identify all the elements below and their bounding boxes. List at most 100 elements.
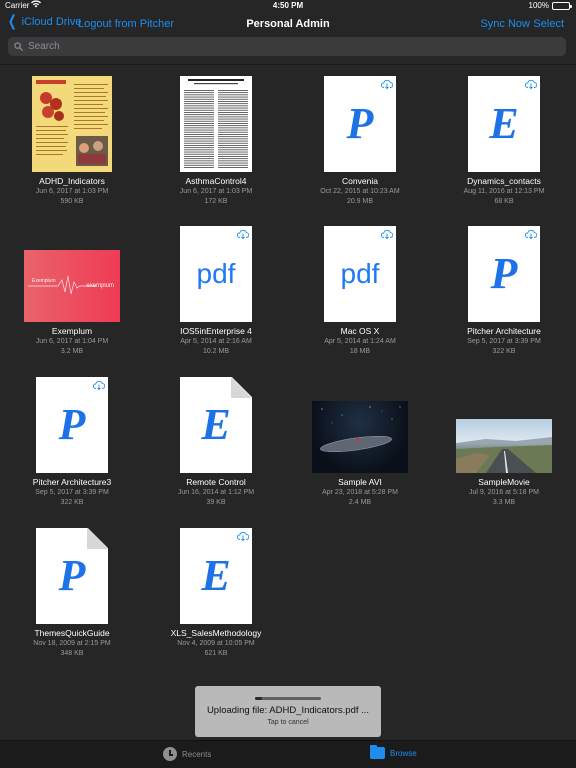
file-date: Jun 16, 2014 at 1:12 PM <box>177 489 255 496</box>
document-thumbnail: P <box>36 528 108 624</box>
file-thumbnail[interactable]: pdf <box>288 220 432 322</box>
file-glyph: pdf <box>196 258 236 289</box>
paper-thumbnail <box>180 76 252 172</box>
file-thumbnail[interactable] <box>288 371 432 473</box>
upload-message: Uploading file: ADHD_Indicators.pdf ... <box>206 705 370 716</box>
file-size: 18 MB <box>349 347 371 355</box>
thumbnail-text-left: Exemplum <box>32 278 56 284</box>
file-item[interactable]: pdf IOS5inEnterprise 4 Apr 5, 2014 at 2:16… <box>144 220 288 356</box>
cloud-download-icon[interactable] <box>381 229 393 239</box>
upload-progress-bar <box>255 697 321 700</box>
file-thumbnail[interactable]: P <box>0 371 144 473</box>
search-icon <box>14 42 23 51</box>
file-name: SampleMovie <box>478 477 530 487</box>
file-size: 621 KB <box>204 649 228 657</box>
file-name: Convenia <box>342 176 378 186</box>
pdf-thumbnail: pdf <box>180 226 252 322</box>
video-thumbnail: Exemplum exemplum <box>24 250 120 322</box>
cloud-download-icon[interactable] <box>381 79 393 89</box>
file-item[interactable]: P Pitcher Architecture Sep 5, 2017 at 3:39… <box>432 220 576 356</box>
file-size: 3.3 MB <box>492 498 516 506</box>
file-date: Jun 6, 2017 at 1:03 PM <box>179 188 253 195</box>
file-name: ThemesQuickGuide <box>34 628 110 638</box>
cloud-download-icon[interactable] <box>525 229 537 239</box>
file-thumbnail[interactable]: Exemplum exemplum <box>0 220 144 322</box>
file-thumbnail[interactable] <box>0 70 144 172</box>
cloud-download-icon[interactable] <box>237 229 249 239</box>
file-caption: Pitcher Architecture3 Sep 5, 2017 at 3:39… <box>0 477 144 507</box>
file-glyph: E <box>201 551 231 600</box>
file-thumbnail[interactable]: E <box>144 371 288 473</box>
clock-icon <box>163 747 177 761</box>
file-size: 39 KB <box>206 498 226 506</box>
file-caption: XLS_SalesMethodology Nov 4, 2009 at 10:05… <box>144 628 288 658</box>
tab-bar: Recents Browse <box>0 740 576 768</box>
file-size: 348 KB <box>60 649 84 657</box>
divider <box>0 64 576 65</box>
search-bar[interactable] <box>8 37 566 56</box>
file-caption: Mac OS X Apr 5, 2014 at 1:24 AM 18 MB <box>288 326 432 356</box>
file-item[interactable]: SampleMovie Jul 9, 2016 at 5:18 PM 3.3 MB <box>432 371 576 507</box>
logout-button[interactable]: Logout from Pitcher <box>78 18 174 30</box>
video-thumbnail <box>456 419 552 473</box>
file-caption: Convenia Oct 22, 2015 at 10:23 AM 20.9 MB <box>288 176 432 206</box>
file-item[interactable]: P Pitcher Architecture3 Sep 5, 2017 at 3:3… <box>0 371 144 507</box>
file-item[interactable]: Sample AVI Apr 23, 2018 at 5:28 PM 2.4 MB <box>288 371 432 507</box>
file-glyph: P <box>490 249 518 298</box>
search-input[interactable] <box>28 41 528 52</box>
file-caption: Exemplum Jun 6, 2017 at 1:04 PM 3.2 MB <box>0 326 144 356</box>
file-caption: Dynamics_contacts Aug 11, 2016 at 12:13 P… <box>432 176 576 206</box>
tab-browse[interactable]: Browse <box>370 745 417 759</box>
file-item[interactable]: E Dynamics_contacts Aug 11, 2016 at 12:13 … <box>432 70 576 206</box>
select-button[interactable]: Select <box>533 18 564 30</box>
file-date: Nov 4, 2009 at 10:05 PM <box>177 640 255 647</box>
file-date: Jul 9, 2016 at 5:18 PM <box>468 489 540 496</box>
thumbnail-text-right: exemplum <box>86 283 114 289</box>
file-thumbnail[interactable]: E <box>432 70 576 172</box>
file-caption: ADHD_Indicators Jun 6, 2017 at 1:03 PM 590… <box>0 176 144 206</box>
file-item[interactable]: ADHD_Indicators Jun 6, 2017 at 1:03 PM 590… <box>0 70 144 206</box>
file-thumbnail[interactable]: E <box>144 522 288 624</box>
tab-recents[interactable]: Recents <box>163 747 211 761</box>
file-date: Oct 22, 2015 at 10:23 AM <box>320 188 400 195</box>
file-item[interactable]: E XLS_SalesMethodology Nov 4, 2009 at 10:0… <box>144 522 288 658</box>
file-item[interactable]: Exemplum exemplum Exemplum Jun 6, 2017 at 1… <box>0 220 144 356</box>
file-caption: Pitcher Architecture Sep 5, 2017 at 3:39 … <box>432 326 576 356</box>
file-thumbnail[interactable] <box>144 70 288 172</box>
file-size: 10.2 MB <box>202 347 230 355</box>
file-thumbnail[interactable]: pdf <box>144 220 288 322</box>
flyer-thumbnail <box>32 76 112 172</box>
cloud-download-icon[interactable] <box>525 79 537 89</box>
battery-percent: 100% <box>528 1 549 10</box>
file-item[interactable]: P Convenia Oct 22, 2015 at 10:23 AM 20.9 MB <box>288 70 432 206</box>
chevron-left-icon: ❮ <box>7 13 17 30</box>
file-size: 322 KB <box>60 498 84 506</box>
file-thumbnail[interactable]: P <box>288 70 432 172</box>
file-item[interactable]: pdf Mac OS X Apr 5, 2014 at 1:24 AM 18 MB <box>288 220 432 356</box>
file-item[interactable]: E Remote Control Jun 16, 2014 at 1:12 PM 39… <box>144 371 288 507</box>
file-item[interactable]: AsthmaControl4 Jun 6, 2017 at 1:03 PM 172 … <box>144 70 288 206</box>
upload-progress-toast[interactable]: Uploading file: ADHD_Indicators.pdf ... … <box>195 686 381 737</box>
file-item[interactable]: P ThemesQuickGuide Nov 18, 2009 at 2:15 PM… <box>0 522 144 658</box>
cloud-download-icon[interactable] <box>237 531 249 541</box>
sync-now-button[interactable]: Sync Now <box>480 18 530 30</box>
clock-time: 4:50 PM <box>272 1 304 10</box>
file-name: IOS5inEnterprise 4 <box>180 326 252 336</box>
file-name: Exemplum <box>51 326 93 336</box>
file-size: 322 KB <box>492 347 516 355</box>
file-size: 2.4 MB <box>348 498 372 506</box>
back-button[interactable]: ❮ iCloud Drive <box>6 13 82 30</box>
cloud-download-icon[interactable] <box>93 380 105 390</box>
file-glyph: pdf <box>340 258 380 289</box>
file-thumbnail[interactable]: P <box>0 522 144 624</box>
file-date: Apr 5, 2014 at 2:16 AM <box>180 338 252 345</box>
file-name: Dynamics_contacts <box>467 176 541 186</box>
file-name: XLS_SalesMethodology <box>170 628 262 638</box>
file-size: 68 KB <box>494 197 514 205</box>
document-thumbnail: P <box>36 377 108 473</box>
file-caption: IOS5inEnterprise 4 Apr 5, 2014 at 2:16 AM… <box>144 326 288 356</box>
file-glyph: P <box>58 400 86 449</box>
file-thumbnail[interactable] <box>432 371 576 473</box>
file-thumbnail[interactable]: P <box>432 220 576 322</box>
document-thumbnail: P <box>468 226 540 322</box>
